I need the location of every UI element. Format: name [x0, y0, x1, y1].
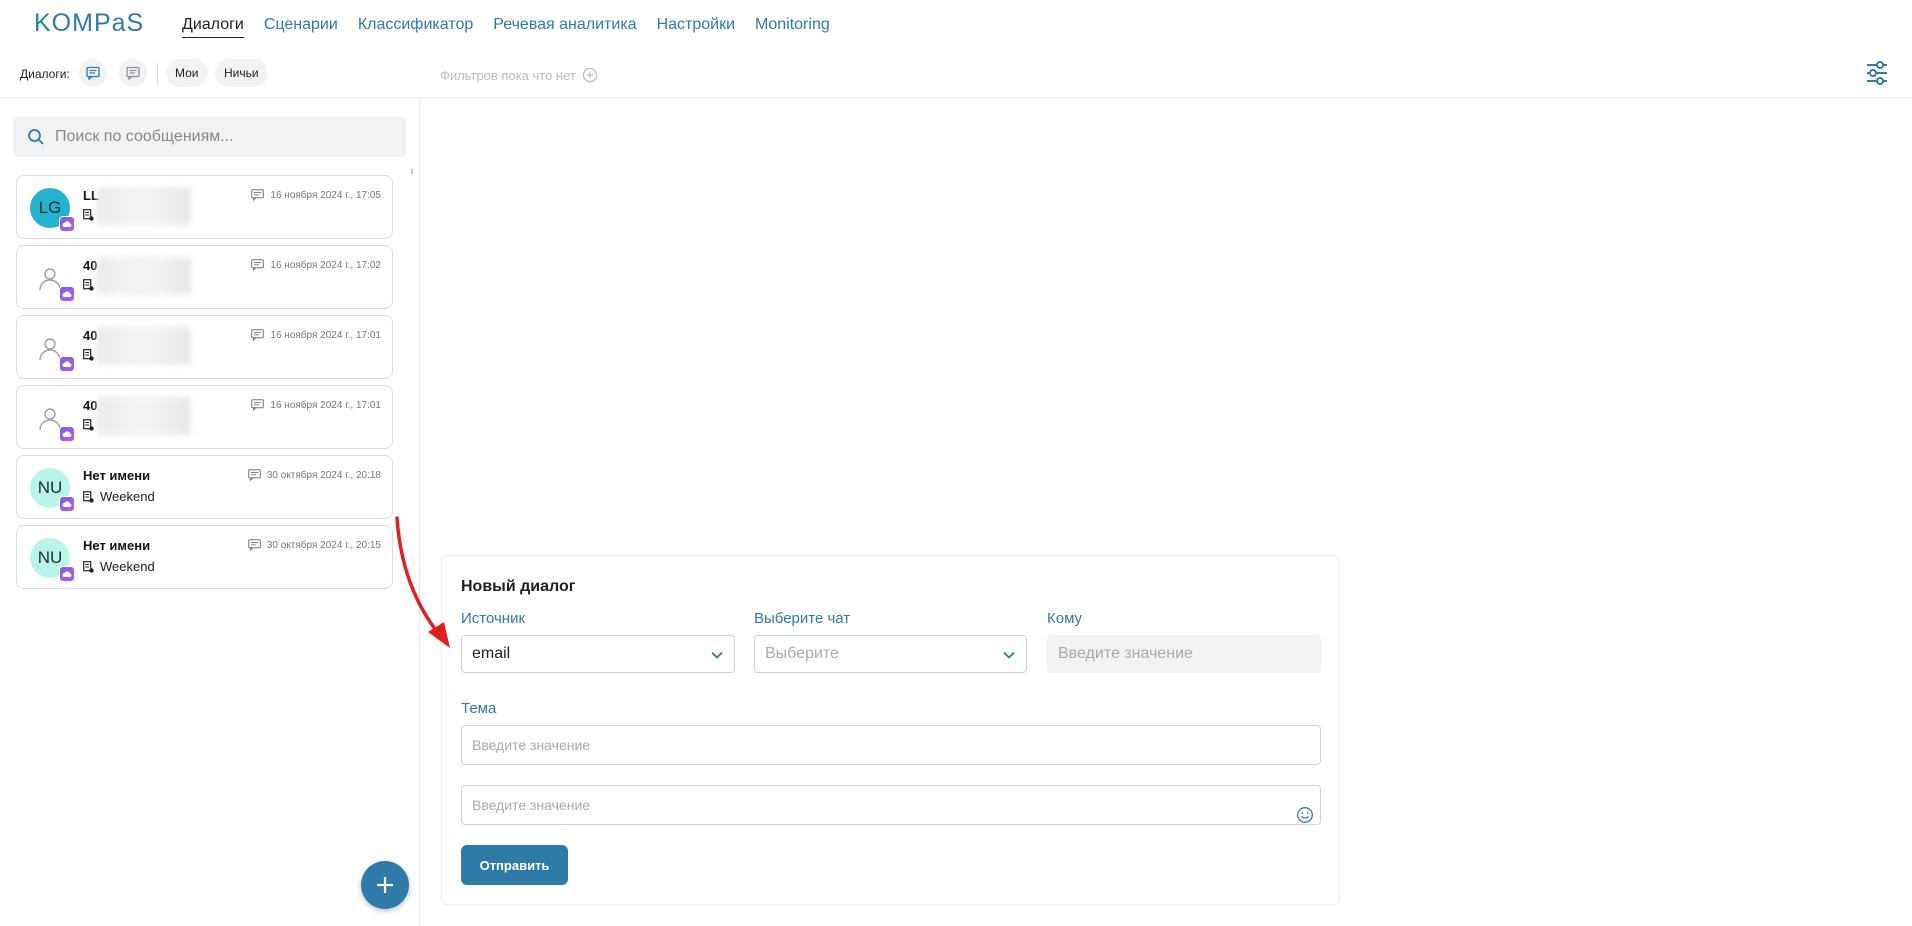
cloud-channel-icon [59, 356, 75, 372]
redacted-contact-info [97, 397, 191, 435]
ticket-icon [83, 279, 94, 291]
dialog-timestamp: 30 октября 2024 г., 20:15 [248, 539, 381, 551]
nav-speech-analytics[interactable]: Речевая аналитика [493, 16, 636, 38]
dialog-list-item[interactable]: NU Нет имени Weekend 30 октября 2024 г.,… [16, 525, 393, 589]
no-filters-text: Фильтров пока что нет [440, 67, 576, 83]
form-title: Новый диалог [461, 578, 576, 595]
dialog-timestamp: 16 ноября 2024 г., 17:02 [251, 259, 381, 271]
message-search-input[interactable] [55, 128, 385, 146]
cloud-channel-icon [59, 286, 75, 302]
dialog-subtitle: Weekend [83, 489, 155, 504]
filter-settings-button[interactable] [1860, 56, 1894, 90]
to-input[interactable] [1047, 635, 1321, 673]
dialog-subtitle: Weekend [83, 559, 155, 574]
redacted-contact-info [97, 257, 191, 295]
chat-label: Выберите чат [754, 610, 851, 627]
dialog-list-item[interactable]: NU Нет имени Weekend 30 октября 2024 г.,… [16, 455, 393, 519]
message-icon [248, 469, 261, 481]
ticket-icon [83, 490, 94, 503]
dialog-list: LG LL 16 ноября 2024 г., 17:05 40 16 ноя… [16, 175, 393, 595]
message-icon [251, 399, 265, 411]
filter-mine-button[interactable]: Мои [166, 59, 208, 87]
filter-nobody-button[interactable]: Ничьи [215, 59, 268, 87]
plus-icon [377, 877, 393, 893]
dialog-list-scrollbar[interactable] [410, 169, 414, 914]
dialog-contact-name: 40 [83, 328, 98, 343]
dialog-timestamp: 16 ноября 2024 г., 17:01 [251, 329, 381, 341]
chat-select-placeholder: Выберите [765, 645, 839, 662]
send-button[interactable]: Отправить [461, 845, 568, 885]
dialog-subtitle [83, 209, 100, 221]
cloud-channel-icon [59, 496, 75, 512]
main-nav: Диалоги Сценарии Классификатор Речевая а… [182, 16, 830, 38]
message-search [13, 117, 406, 157]
nav-scenarios[interactable]: Сценарии [264, 16, 338, 38]
subject-input[interactable] [461, 725, 1321, 765]
dialog-list-item[interactable]: 40 16 ноября 2024 г., 17:01 [16, 315, 393, 379]
cloud-channel-icon [59, 216, 75, 232]
closed-dialogs-toggle[interactable] [119, 59, 147, 87]
top-navigation: KOMPaS Диалоги Сценарии Классификатор Ре… [0, 0, 1912, 50]
cloud-channel-icon [59, 426, 75, 442]
dialog-timestamp: 16 ноября 2024 г., 17:01 [251, 399, 381, 411]
ticket-icon [83, 419, 94, 431]
ticket-icon [83, 560, 94, 573]
source-label: Источник [461, 610, 526, 627]
dialog-contact-name: Нет имени [83, 538, 151, 553]
dialog-contact-name: 40 [83, 398, 98, 413]
dialog-subtitle [83, 349, 100, 361]
sliders-icon [1867, 61, 1887, 85]
source-select[interactable]: email [461, 635, 735, 673]
plus-circle-icon [582, 67, 597, 83]
dialog-list-item[interactable]: LG LL 16 ноября 2024 г., 17:05 [16, 175, 393, 239]
message-icon [251, 189, 265, 201]
ticket-icon [83, 349, 94, 361]
dialog-list-item[interactable]: 40 16 ноября 2024 г., 17:01 [16, 385, 393, 449]
dialog-contact-name: 40 [83, 258, 98, 273]
nav-dialogs[interactable]: Диалоги [182, 16, 244, 38]
chat-select[interactable]: Выберите [754, 635, 1027, 673]
redacted-contact-info [97, 327, 191, 365]
message-input[interactable] [461, 785, 1321, 825]
source-selected-value: email [472, 645, 511, 662]
filter-divider [157, 63, 158, 85]
nav-monitoring[interactable]: Monitoring [755, 16, 830, 38]
dialog-timestamp: 16 ноября 2024 г., 17:05 [251, 189, 381, 201]
add-filter-button[interactable]: Фильтров пока что нет [440, 67, 598, 83]
new-dialog-form: Новый диалог Источник email Выберите чат… [441, 555, 1340, 905]
new-dialog-button[interactable] [361, 861, 409, 909]
to-label: Кому [1047, 610, 1083, 627]
active-dialogs-toggle[interactable] [79, 59, 107, 87]
dialog-subtitle [83, 419, 100, 431]
dialog-filter-bar: Диалоги: Мои Ничьи Фильтров пока что нет [0, 50, 1912, 98]
dialog-contact-name: Нет имени [83, 468, 151, 483]
nav-settings[interactable]: Настройки [657, 16, 735, 38]
chevron-down-icon [1003, 651, 1015, 659]
ticket-icon [83, 209, 94, 221]
emoji-icon[interactable] [1296, 806, 1314, 824]
cloud-channel-icon [59, 566, 75, 582]
dialog-subtitle [83, 279, 100, 291]
search-icon [28, 129, 44, 145]
dialogs-filter-label: Диалоги: [20, 67, 70, 81]
message-icon [251, 259, 265, 271]
chat-icon [86, 66, 100, 81]
message-icon [251, 329, 265, 341]
redacted-contact-info [97, 187, 191, 225]
app-logo[interactable]: KOMPaS [34, 9, 144, 38]
dialog-timestamp: 30 октября 2024 г., 20:18 [248, 469, 381, 481]
dialog-sidebar: LG LL 16 ноября 2024 г., 17:05 40 [0, 99, 420, 926]
chat-outline-icon [126, 66, 140, 81]
nav-classifier[interactable]: Классификатор [358, 16, 473, 38]
message-icon [248, 539, 261, 551]
subject-label: Тема [461, 700, 497, 717]
dialog-list-item[interactable]: 40 16 ноября 2024 г., 17:02 [16, 245, 393, 309]
chevron-down-icon [711, 651, 723, 659]
